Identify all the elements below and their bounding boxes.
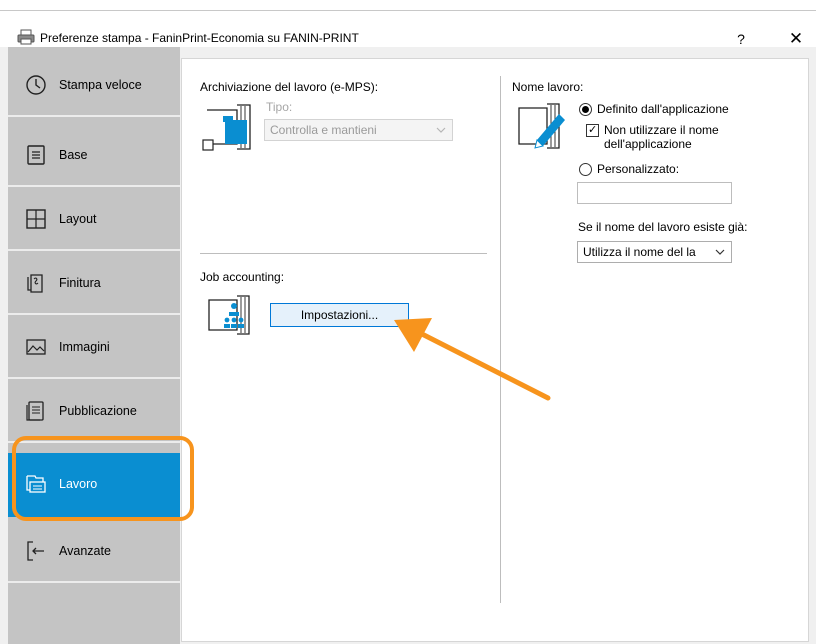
staple-icon xyxy=(25,272,47,294)
radio-app-defined[interactable] xyxy=(579,103,592,116)
checkbox-label-line1: Non utilizzare il nome xyxy=(604,123,719,137)
sidebar-item-finitura[interactable]: Finitura xyxy=(8,253,180,315)
custom-name-input[interactable] xyxy=(577,182,732,204)
sidebar-item-base[interactable]: Base xyxy=(8,125,180,187)
accounting-settings-button[interactable]: Impostazioni... xyxy=(270,303,409,327)
job-accounting-icon xyxy=(208,295,250,335)
sidebar-item-label: Layout xyxy=(59,212,97,226)
grid-icon xyxy=(25,208,47,230)
column-divider xyxy=(500,76,501,603)
window-title: Preferenze stampa - FaninPrint-Economia … xyxy=(40,31,359,45)
name-exists-dropdown[interactable]: Utilizza il nome del la xyxy=(577,241,732,263)
radio-custom-label: Personalizzato: xyxy=(597,162,680,176)
booklet-icon xyxy=(25,400,47,422)
sidebar-item-label: Pubblicazione xyxy=(59,404,137,418)
advanced-arrow-icon xyxy=(25,540,47,562)
radio-custom[interactable] xyxy=(579,163,592,176)
sidebar-item-label: Immagini xyxy=(59,340,110,354)
job-name-heading: Nome lavoro: xyxy=(512,80,584,94)
job-accounting-heading: Job accounting: xyxy=(200,270,285,284)
checkbox-label-line2: dell'applicazione xyxy=(604,137,692,151)
sidebar-item-label: Base xyxy=(59,148,88,162)
chevron-down-icon xyxy=(715,249,725,255)
content-panel xyxy=(181,58,809,642)
section-divider xyxy=(200,253,487,254)
radio-app-defined-label: Definito dall'applicazione xyxy=(597,102,729,116)
image-icon xyxy=(25,336,47,358)
document-icon xyxy=(25,144,47,166)
job-storage-icon xyxy=(202,104,251,151)
sidebar: Stampa veloce Base Layout Finitura Immag xyxy=(8,47,180,644)
sidebar-item-layout[interactable]: Layout xyxy=(8,189,180,251)
highlight-annotation xyxy=(12,436,194,521)
title-bar[interactable]: Preferenze stampa - FaninPrint-Economia … xyxy=(0,11,816,48)
name-exists-dropdown-value: Utilizza il nome del la xyxy=(583,245,696,259)
printer-icon xyxy=(17,29,35,45)
sidebar-item-stampa-veloce[interactable]: Stampa veloce xyxy=(8,55,180,117)
sidebar-item-label: Avanzate xyxy=(59,544,111,558)
checkbox-ignore-app-name[interactable]: ✓ xyxy=(586,124,599,137)
chevron-down-icon xyxy=(436,127,446,133)
sidebar-item-label: Finitura xyxy=(59,276,101,290)
sidebar-item-immagini[interactable]: Immagini xyxy=(8,317,180,379)
job-storage-heading: Archiviazione del lavoro (e-MPS): xyxy=(200,80,379,94)
name-exists-label: Se il nome del lavoro esiste già: xyxy=(578,220,748,234)
type-dropdown-value: Controlla e mantieni xyxy=(270,123,377,137)
clock-icon xyxy=(25,74,47,96)
type-dropdown[interactable]: Controlla e mantieni xyxy=(264,119,453,141)
type-label: Tipo: xyxy=(266,100,293,114)
checkmark-icon: ✓ xyxy=(588,124,598,136)
sidebar-item-label: Stampa veloce xyxy=(59,78,142,92)
sidebar-item-pubblicazione[interactable]: Pubblicazione xyxy=(8,381,180,443)
sidebar-item-avanzate[interactable]: Avanzate xyxy=(8,521,180,583)
job-name-edit-icon xyxy=(518,103,565,149)
